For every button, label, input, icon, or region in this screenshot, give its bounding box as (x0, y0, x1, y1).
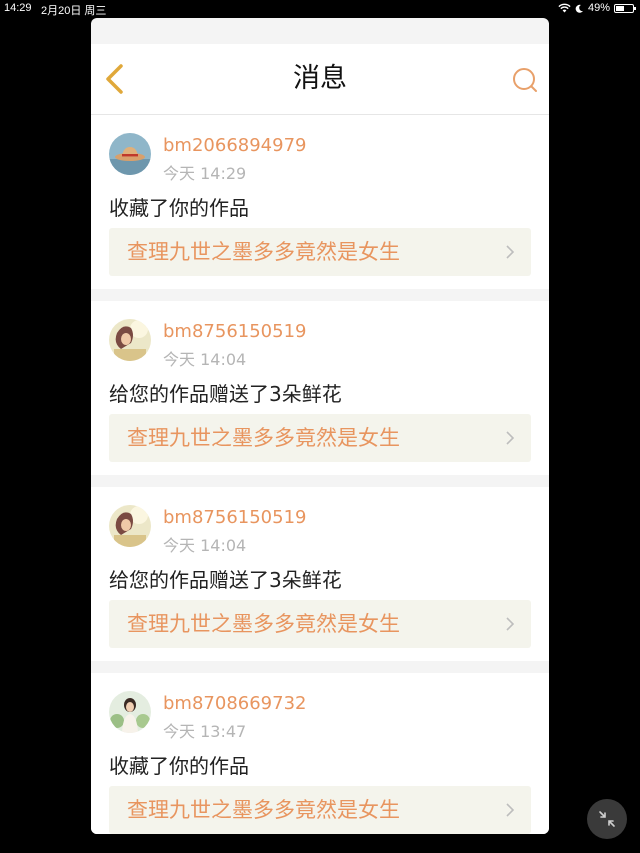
message-card[interactable]: bm2066894979 今天 14:29 收藏了你的作品 查理九世之墨多多竟然… (91, 115, 549, 289)
work-title: 查理九世之墨多多竟然是女生 (127, 798, 400, 822)
work-link[interactable]: 查理九世之墨多多竟然是女生 (109, 600, 531, 648)
action-text: 收藏了你的作品 (109, 196, 249, 220)
action-text: 给您的作品赠送了3朵鲜花 (109, 568, 342, 592)
work-link[interactable]: 查理九世之墨多多竟然是女生 (109, 414, 531, 462)
action-text: 给您的作品赠送了3朵鲜花 (109, 382, 342, 406)
page-title: 消息 (293, 63, 347, 94)
username[interactable]: bm2066894979 (163, 135, 306, 156)
wifi-icon (558, 3, 571, 13)
minimize-icon (599, 811, 615, 827)
avatar[interactable] (109, 691, 151, 733)
status-right: 49% (558, 2, 636, 14)
action-text: 收藏了你的作品 (109, 754, 249, 778)
minimize-button[interactable] (587, 799, 627, 839)
timestamp: 今天 14:04 (163, 536, 247, 555)
chevron-right-icon (506, 245, 515, 259)
moon-icon (575, 4, 583, 13)
work-title: 查理九世之墨多多竟然是女生 (127, 240, 400, 264)
battery-percent: 49% (587, 2, 610, 14)
messages-panel: 消息 bm2066894979 今天 14:29 收藏了你的作品 查理九世之墨多… (91, 18, 549, 834)
username[interactable]: bm8756150519 (163, 321, 306, 342)
avatar[interactable] (109, 319, 151, 361)
timestamp: 今天 13:47 (163, 722, 247, 741)
avatar-girl-image (109, 319, 151, 361)
message-card[interactable]: bm8756150519 今天 14:04 给您的作品赠送了3朵鲜花 查理九世之… (91, 487, 549, 661)
work-title: 查理九世之墨多多竟然是女生 (127, 426, 400, 450)
status-time: 14:29 (4, 2, 32, 14)
avatar-girl-image (109, 505, 151, 547)
status-bar: 14:29 2月20日 周三 49% (0, 0, 640, 17)
avatar-hat-image (109, 133, 151, 175)
message-card[interactable]: bm8756150519 今天 14:04 给您的作品赠送了3朵鲜花 查理九世之… (91, 301, 549, 475)
work-title: 查理九世之墨多多竟然是女生 (127, 612, 400, 636)
message-list: bm2066894979 今天 14:29 收藏了你的作品 查理九世之墨多多竟然… (91, 115, 549, 834)
avatar-photo-image (109, 691, 151, 733)
username[interactable]: bm8708669732 (163, 693, 306, 714)
avatar[interactable] (109, 133, 151, 175)
avatar[interactable] (109, 505, 151, 547)
username[interactable]: bm8756150519 (163, 507, 306, 528)
battery-icon (614, 3, 636, 13)
chevron-right-icon (506, 617, 515, 631)
work-link[interactable]: 查理九世之墨多多竟然是女生 (109, 228, 531, 276)
status-date: 2月20日 周三 (41, 5, 107, 17)
chevron-right-icon (506, 803, 515, 817)
nav-bar: 消息 (91, 44, 549, 115)
timestamp: 今天 14:29 (163, 164, 247, 183)
search-icon[interactable] (511, 66, 539, 94)
battery-fill (616, 5, 624, 11)
timestamp: 今天 14:04 (163, 350, 247, 369)
work-link[interactable]: 查理九世之墨多多竟然是女生 (109, 786, 531, 834)
message-card[interactable]: bm8708669732 今天 13:47 收藏了你的作品 查理九世之墨多多竟然… (91, 673, 549, 834)
chevron-right-icon (506, 431, 515, 445)
